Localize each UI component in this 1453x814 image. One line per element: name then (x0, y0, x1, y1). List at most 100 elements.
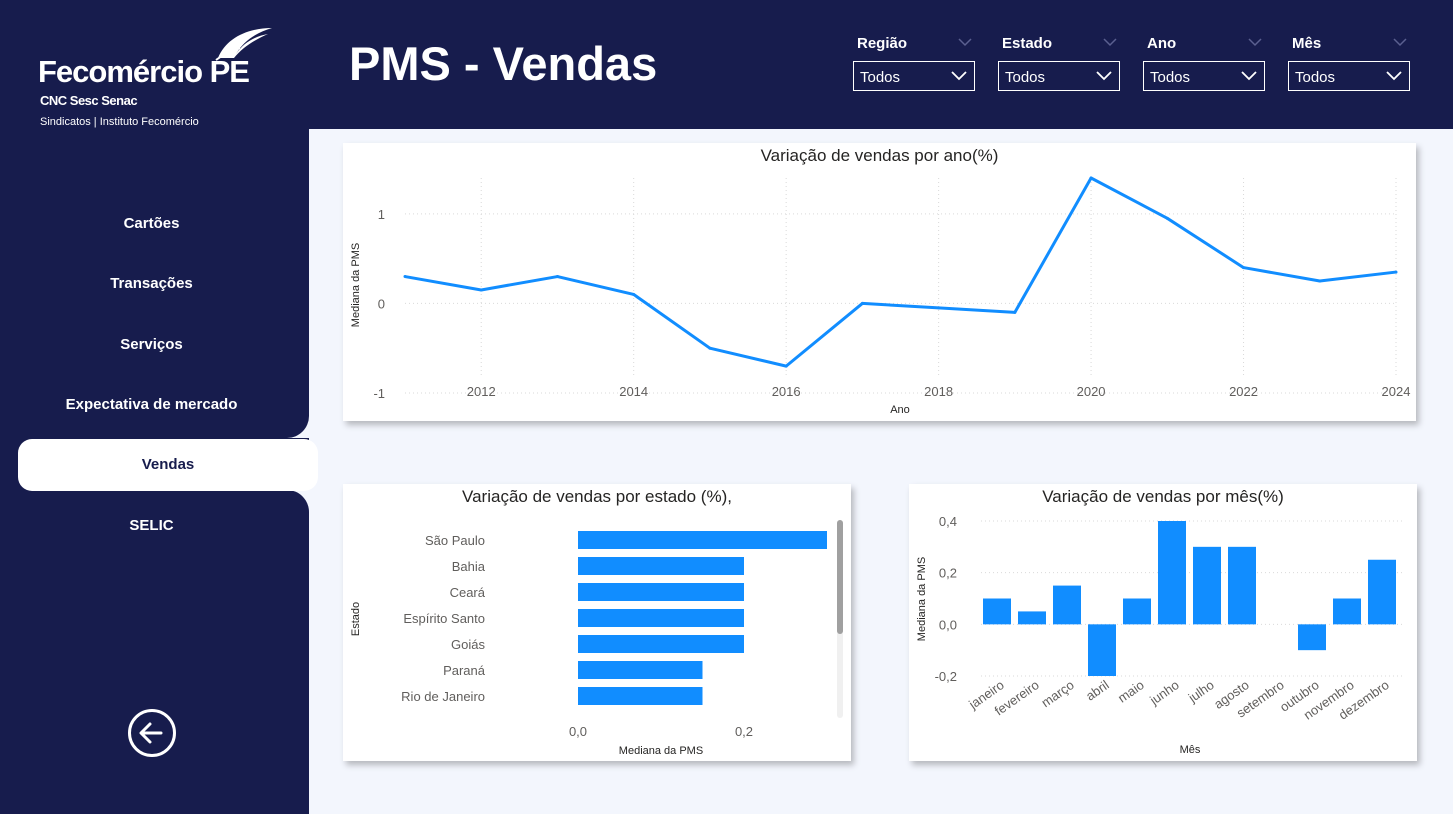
x-axis-label: Mediana da PMS (619, 745, 703, 757)
logo-subtitle-secondary: Sindicatos | Instituto Fecomércio (40, 116, 199, 128)
scrollbar-thumb[interactable] (837, 520, 843, 634)
arrow-left-circle-icon (139, 722, 163, 744)
bar (578, 661, 703, 679)
bar (1368, 559, 1396, 625)
y-axis-label: Mediana da PMS (350, 243, 362, 327)
bar (1298, 624, 1326, 651)
bar (1088, 624, 1116, 676)
nav-item-vendas[interactable]: Vendas (18, 439, 318, 491)
bar (1228, 546, 1256, 625)
bar (578, 635, 744, 653)
data-point (1089, 176, 1093, 180)
nav-item-transacoes[interactable]: Transações (0, 258, 303, 310)
filter-estado-select[interactable]: Todos (998, 61, 1120, 91)
bar (1123, 598, 1151, 625)
series-line (404, 176, 1397, 368)
data-point (708, 346, 712, 350)
x-tick-label: 0,2 (735, 724, 753, 739)
nav-item-cartoes[interactable]: Cartões (0, 198, 303, 250)
x-tick-label: 2022 (1229, 384, 1258, 399)
filter-ano-select[interactable]: Todos (1143, 61, 1265, 91)
data-point (1013, 310, 1017, 314)
bar (578, 557, 744, 575)
category-label: Rio de Janeiro (401, 689, 485, 704)
chevron-down-icon[interactable] (1247, 37, 1263, 47)
data-point (784, 364, 788, 368)
x-axis-label: Mês (1180, 744, 1201, 756)
bar (578, 687, 703, 705)
logo-subtitle: CNC Sesc Senac (40, 93, 138, 108)
bar (1053, 585, 1081, 625)
filter-regiao-label: Região (857, 35, 908, 52)
data-point (555, 275, 559, 279)
chevron-down-icon[interactable] (957, 37, 973, 47)
filter-regiao-select[interactable]: Todos (853, 61, 975, 91)
bar (1158, 521, 1186, 625)
x-tick-label: 2024 (1382, 384, 1411, 399)
filter-estado-label: Estado (1002, 35, 1053, 52)
bar (983, 598, 1011, 625)
chevron-down-icon[interactable] (1392, 37, 1408, 47)
chevron-down-icon (1241, 71, 1257, 81)
line-chart-ano: 1 0 -1 2012 2014 2016 2018 2020 2022 2024 Ano Media… (350, 176, 1411, 416)
bar (578, 609, 744, 627)
bar (578, 583, 744, 601)
bar-chart-estado: São Paulo Bahia Ceará Espírito Santo Goiás Pa… (350, 531, 827, 757)
scrollbar-track[interactable] (837, 520, 843, 718)
chart-card-estado: Variação de vendas por estado (%), São P… (343, 484, 851, 761)
logo-text: Fecomércio PE (38, 54, 250, 89)
filter-ano-label: Ano (1147, 35, 1177, 52)
y-tick-label: 0 (378, 296, 385, 311)
bar (1333, 598, 1361, 625)
y-tick-label: 0,2 (939, 566, 957, 581)
y-axis-label: Estado (350, 602, 362, 636)
data-point (1394, 270, 1398, 274)
back-button[interactable] (128, 709, 176, 757)
chevron-down-icon (951, 71, 967, 81)
y-tick-label: 0,4 (939, 514, 957, 529)
bar-chart-mes: 0,40,20,0-0,2janeirofevereiromarço abril m… (916, 514, 1404, 756)
data-point (937, 306, 941, 310)
nav-item-selic[interactable]: SELIC (0, 500, 303, 552)
filter-mes-label: Mês (1292, 35, 1322, 52)
chart-card-mes: Variação de vendas por mês(%) 0,4 0,2 0,0-… (909, 484, 1417, 761)
category-label: Ceará (450, 585, 486, 600)
nav-item-expectativa-de-mercado[interactable]: Expectativa de mercado (0, 379, 303, 431)
x-axis-label: Ano (890, 404, 910, 416)
data-point (632, 292, 636, 296)
y-tick-label: 0,0 (939, 617, 957, 632)
filter-regiao-value: Todos (860, 69, 901, 86)
filter-mes-select[interactable]: Todos (1288, 61, 1410, 91)
bar (1193, 546, 1221, 625)
x-tick-label: 2016 (772, 384, 801, 399)
chart-card-ano: Variação de vendas por ano(%) 1 0 -1 2012 20… (343, 143, 1416, 421)
category-label: São Paulo (425, 533, 485, 548)
bar (1018, 611, 1046, 625)
x-tick-label: 2014 (619, 384, 648, 399)
x-tick-label: junho (1146, 677, 1181, 708)
category-label: Goiás (451, 637, 485, 652)
fecomercio-logo: Fecomércio PE CNC Sesc Senac Sindicatos … (38, 24, 288, 134)
data-point (1318, 279, 1322, 283)
chevron-down-icon (1386, 71, 1402, 81)
chevron-down-icon (1096, 71, 1112, 81)
x-tick-label: março (1039, 677, 1077, 710)
page-title: PMS - Vendas (349, 37, 658, 90)
y-tick-label: 1 (378, 207, 385, 222)
x-tick-label: 2012 (467, 384, 496, 399)
data-point (479, 288, 483, 292)
category-label: Bahia (452, 559, 486, 574)
x-tick-label: 0,0 (569, 724, 587, 739)
x-tick-label: abril (1083, 677, 1112, 703)
data-point (403, 275, 407, 279)
bar (578, 531, 827, 549)
chevron-down-icon[interactable] (1102, 37, 1118, 47)
filter-mes-value: Todos (1295, 69, 1336, 86)
data-point (1165, 216, 1169, 220)
category-label: Paraná (443, 663, 486, 678)
y-tick-label: -1 (373, 386, 385, 401)
y-axis-label: Mediana da PMS (916, 557, 928, 641)
filter-ano-value: Todos (1150, 69, 1191, 86)
nav-item-servicos[interactable]: Serviços (0, 319, 303, 371)
x-tick-label: 2020 (1077, 384, 1106, 399)
